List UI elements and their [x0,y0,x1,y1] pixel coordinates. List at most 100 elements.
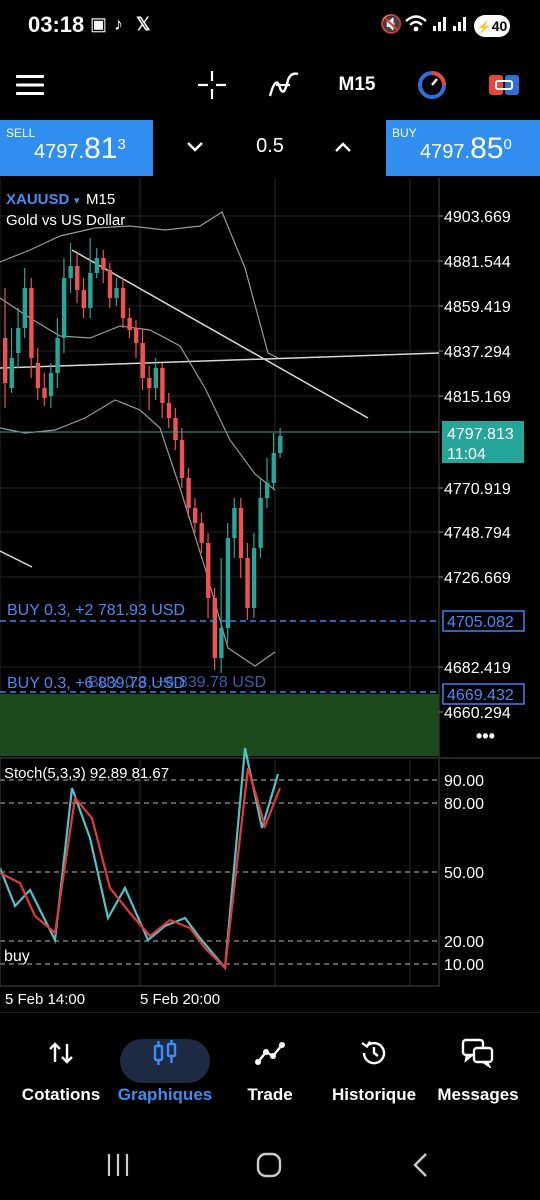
candle-body [245,558,250,608]
candle-body [88,273,93,308]
candle-body [186,478,191,508]
symbol-dropdown-icon[interactable]: ▾ [74,195,80,207]
buy-button[interactable]: BUY 4797.850 [386,120,540,176]
price-axis-label: 4859.419 [444,299,511,316]
stoch-label: Stoch(5,3,3) 92.89 81.67 [4,765,169,782]
back-icon[interactable] [410,1152,430,1178]
price-axis-label: 4682.419 [444,660,511,677]
price-axis-label: 4815.169 [444,389,511,406]
nav-messages[interactable]: Messages [425,1035,531,1105]
volume-value[interactable]: 0.5 [238,135,302,158]
nav-historique[interactable]: Historique [321,1035,427,1105]
candle-body [9,358,14,388]
chevron-down-icon[interactable] [186,140,204,154]
time-label-2: 5 Feb 20:00 [140,991,220,1008]
more-options-icon[interactable]: ••• [476,726,495,746]
status-bar: 03:18 ▣ ♪ 𝕏 🔇 ⚡40 [0,0,540,52]
price-axis-label: 4837.294 [444,344,511,361]
signal-tools-button[interactable] [414,62,450,108]
candle-body [22,288,28,328]
candle-body [75,266,80,290]
system-navigation-bar [0,1130,540,1200]
messages-icon [425,1035,531,1071]
candle-body [61,278,67,338]
crosshair-icon [198,71,226,99]
position-2-overlap-label: BUY 0.3, +6 839.78 USD [88,674,266,691]
recent-apps-icon[interactable] [106,1152,130,1178]
candle-body [271,453,276,483]
volume-selector: 0.5 [158,120,381,176]
indicators-button[interactable] [266,62,302,108]
indicator-f-icon [268,72,299,97]
charging-icon: ⚡ [476,20,492,34]
price-axis: 4903.669 4881.544 4859.419 4837.294 4815.169… [439,209,511,722]
candle-body [94,258,100,273]
candle-body [258,498,263,548]
clock-dial-icon [418,71,446,99]
trendline-fragment [0,550,33,568]
bottom-navigation: Cotations Graphiques Trade Historique Me… [0,1012,540,1131]
chart-canvas[interactable]: BUY 0.3, +2 781.93 USD BUY 0.3, +6 839.7… [0,178,540,1010]
chevron-up-icon[interactable] [334,140,352,154]
buy-label: BUY [392,126,417,140]
menu-button[interactable] [10,62,50,108]
one-click-trade-bar: SELL 4797.813 0.5 BUY 4797.850 [0,118,540,178]
price-axis-label: 4881.544 [444,254,511,271]
tiktok-icon: ♪ [114,14,123,34]
candle-body [127,318,132,330]
position-1-label[interactable]: BUY 0.3, +2 781.93 USD [7,602,185,619]
candle-body [101,258,106,270]
green-zone [0,694,439,756]
candle-body [35,363,41,388]
history-icon [321,1035,427,1071]
price-axis-label: 4726.669 [444,570,511,587]
candle-body [120,288,126,318]
chart-toolbar: M15 [0,52,540,118]
crosshair-button[interactable] [194,62,230,108]
candle-body [206,543,211,598]
symbol-description: Gold vs US Dollar [6,212,125,229]
symbol-name[interactable]: XAUUSD [6,191,70,208]
time-label-1: 5 Feb 14:00 [5,991,85,1008]
candle-body [199,523,204,543]
one-click-trading-button[interactable] [486,62,522,108]
candle-body [173,418,178,440]
stoch-level-label: 10.00 [444,957,484,974]
home-icon[interactable] [256,1152,282,1178]
bollinger-middle [0,297,276,491]
price-chart[interactable]: BUY 0.3, +2 781.93 USD BUY 0.3, +6 839.7… [0,178,540,1010]
signal-icon-1 [432,14,448,37]
timeframe-button[interactable]: M15 [334,62,380,108]
one-click-trade-icon [489,75,519,95]
horizontal-trendline[interactable] [0,352,440,369]
signal-icon-2 [452,14,468,37]
candle-body [68,266,73,278]
candle-body [192,508,198,523]
stoch-levels: 90.00 80.00 50.00 20.00 10.00 [0,773,484,974]
wifi-icon [404,14,428,39]
nav-graphiques[interactable]: Graphiques [112,1035,218,1105]
candle-body [251,548,257,608]
stoch-level-label: 20.00 [444,934,484,951]
nav-trade[interactable]: Trade [217,1035,323,1105]
price-axis-label: 4770.919 [444,481,511,498]
candle-body [160,368,165,403]
candle-body [219,628,224,658]
candle-body [29,288,34,358]
buy-annotation: buy [4,948,30,965]
bollinger-upper [0,211,279,359]
screenshot-icon: ▣ [90,14,108,34]
trendline-down[interactable] [71,249,369,419]
sell-button[interactable]: SELL 4797.813 [0,120,153,176]
candle-body [179,440,185,478]
nav-cotations[interactable]: Cotations [8,1035,114,1105]
candle-body [153,368,159,388]
stoch-level-label: 90.00 [444,773,484,790]
candle-body [16,328,21,353]
position-2-price: 4669.432 [447,687,514,704]
status-time: 03:18 [28,12,85,37]
candle-body [81,290,86,308]
candle-body [238,508,244,558]
candle-body [166,403,172,418]
stoch-level-label: 80.00 [444,796,484,813]
